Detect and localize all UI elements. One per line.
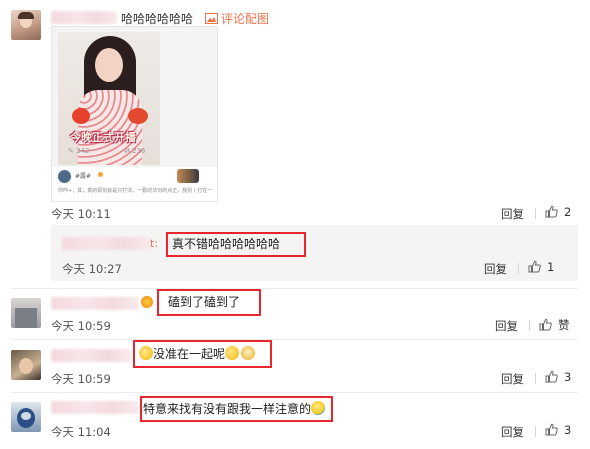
reply-text-highlight: 真不错哈哈哈哈哈哈 [166, 232, 306, 257]
reply-time: 今天 10:27 [62, 262, 122, 276]
post-stat-comments: ✎ 242 [68, 147, 90, 155]
like-button[interactable]: 1 [528, 260, 554, 274]
username-blurred[interactable] [62, 237, 150, 250]
username-blurred[interactable] [51, 11, 117, 24]
like-count: 1 [547, 260, 555, 274]
comment-text-highlight: 磕到了磕到了 [157, 289, 261, 316]
thumbs-up-icon [545, 370, 558, 383]
repost-small-icon: ⇄ [124, 147, 130, 155]
reply-button[interactable]: 回复 [501, 206, 524, 222]
divider [529, 320, 530, 331]
like-button[interactable]: 赞 [539, 317, 570, 333]
divider-line [11, 392, 578, 393]
username-blurred[interactable] [51, 401, 139, 414]
crown-icon [141, 296, 153, 308]
divider [535, 208, 536, 219]
pray-hands-emoji-icon [139, 346, 153, 360]
like-button[interactable]: 3 [545, 423, 571, 437]
comment-time: 今天 10:11 [51, 207, 111, 221]
comment-time: 今天 10:59 [51, 372, 111, 386]
comment-text: 没准在一起呢 [153, 347, 226, 361]
comment-text-highlight: 特意来找有没有跟我一样注意的 [140, 396, 333, 422]
decor-icon [177, 169, 199, 183]
thumbs-up-icon [545, 205, 558, 218]
like-count: 赞 [558, 318, 570, 332]
pic-link-label: 评论配图 [221, 12, 270, 26]
reply-button[interactable]: 回复 [501, 371, 524, 387]
post-footer-text: 你咋+，其，真的即刻就是只打法，一勤的法对的点正，我别 ( 打在一下 ) [58, 188, 213, 194]
like-button[interactable]: 3 [545, 370, 571, 384]
like-button[interactable]: 2 [545, 205, 571, 219]
thumbs-up-icon [539, 318, 552, 331]
comment-small-icon: ✎ [68, 147, 74, 155]
like-count: 3 [564, 370, 572, 384]
comment-time: 今天 10:59 [51, 319, 111, 333]
divider-line [11, 288, 578, 289]
post-stat-reposts: ⇄ 236 [124, 147, 146, 155]
picture-icon [205, 13, 218, 24]
reply-button[interactable]: 回复 [484, 261, 507, 277]
reply-button[interactable]: 回复 [501, 424, 524, 440]
avatar[interactable] [11, 298, 41, 328]
post-caption: 今晚正式开播 [70, 131, 136, 144]
post-author: #露# [75, 173, 92, 180]
reply-text: 真不错哈哈哈哈哈哈 [172, 237, 281, 251]
divider [535, 426, 536, 437]
comment-text: 磕到了磕到了 [168, 295, 241, 309]
post-photo: 今晚正式开播 [58, 32, 160, 165]
divider-line [11, 339, 578, 340]
reply-name-suffix: t: [150, 237, 159, 250]
comment-pic-link[interactable]: 评论配图 [205, 10, 269, 27]
pray-hands-emoji-icon [225, 346, 240, 360]
laughing-emoji-icon [311, 401, 326, 415]
comment-text: 哈哈哈哈哈哈 [121, 12, 194, 26]
username-blurred[interactable] [51, 297, 139, 310]
avatar[interactable] [11, 402, 41, 432]
comment-text-highlight: 没准在一起呢 [133, 340, 272, 368]
divider [518, 263, 519, 274]
comment-time: 今天 11:04 [51, 425, 111, 439]
comment-text: 特意来找有没有跟我一样注意的 [143, 402, 312, 416]
avatar[interactable] [11, 10, 41, 40]
verified-icon [98, 172, 103, 177]
comment-image[interactable]: 今晚正式开播 ✎ 242 ⇄ 236 #露# 你咋+，其，真的即刻就是只打法，一… [51, 26, 218, 202]
post-card: #露# 你咋+，其，真的即刻就是只打法，一勤的法对的点正，我别 ( 打在一下 ) [52, 167, 217, 201]
divider [535, 373, 536, 384]
doge-emoji-icon [241, 346, 256, 360]
like-count: 2 [564, 205, 572, 219]
like-count: 3 [564, 423, 572, 437]
thumbs-up-icon [545, 423, 558, 436]
reply-button[interactable]: 回复 [495, 318, 518, 334]
thumbs-up-icon [528, 260, 541, 273]
username-blurred[interactable] [51, 349, 131, 362]
avatar[interactable] [11, 350, 41, 380]
